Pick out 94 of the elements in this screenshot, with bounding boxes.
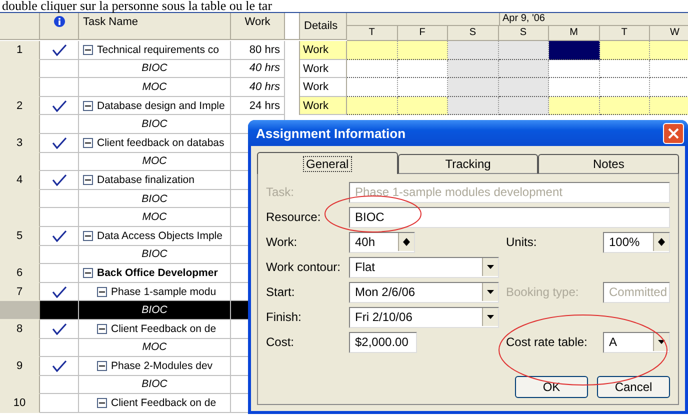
row-header[interactable]: 5 [0, 226, 40, 246]
day-header: M [549, 26, 600, 40]
dropdown-field[interactable]: A [603, 332, 670, 352]
field-label: Cost rate table: [506, 335, 588, 349]
row-header[interactable]: 7 [0, 282, 40, 302]
name-cell[interactable]: BIOC [79, 301, 231, 320]
day-header: S [448, 26, 498, 40]
task-name: MOC [142, 341, 167, 354]
field-label: Resource: [266, 210, 322, 224]
name-cell[interactable]: Client Feedback on de [79, 394, 231, 413]
work-cell: 24 hrs [231, 96, 285, 116]
task-name: MOC [142, 155, 167, 168]
spin-field[interactable]: 40h [349, 232, 415, 252]
name-cell[interactable]: BIOC [79, 190, 231, 208]
input-field[interactable]: $2,000.00 [349, 332, 417, 352]
name-cell[interactable]: Client feedback on databas [79, 134, 231, 153]
name-cell[interactable]: BIOC [79, 376, 231, 394]
name-cell[interactable]: BIOC [79, 246, 231, 264]
task-name: Phase 2-Modules dev [111, 360, 213, 372]
task-name: Back Office Developmer [97, 266, 218, 279]
field-label: Work contour: [266, 260, 342, 274]
name-cell[interactable]: Technical requirements co [79, 41, 231, 60]
work-cell: 40 hrs [231, 60, 285, 78]
task-name: Technical requirements co [97, 44, 219, 56]
name-cell[interactable]: MOC [79, 208, 231, 227]
dialog-button[interactable]: Cancel [597, 376, 670, 398]
name-cell[interactable]: MOC [79, 338, 231, 358]
task-name: BIOC [142, 378, 168, 390]
name-cell[interactable]: Client Feedback on de [79, 320, 231, 338]
row-header[interactable]: 9 [0, 357, 40, 376]
name-cell[interactable]: Database design and Imple [79, 96, 231, 116]
task-name: BIOC [142, 248, 168, 260]
dialog-title: Assignment Information [255, 126, 406, 140]
dropdown-field[interactable]: Flat [349, 256, 499, 278]
day-header: T [347, 26, 398, 40]
row-header[interactable]: 6 [0, 264, 40, 283]
name-cell[interactable]: Phase 1-sample modu [79, 282, 231, 302]
task-name: Client Feedback on de [111, 322, 216, 335]
work-cell: 40 hrs [231, 78, 285, 97]
caption-text: double cliquer sur la personne sous la table ou le tar [1, 0, 272, 12]
field-label: Work: [266, 235, 298, 249]
task-name: Client Feedback on de [111, 397, 216, 410]
day-header: S [498, 26, 549, 40]
name-cell[interactable]: MOC [79, 152, 231, 172]
row-header[interactable]: 1 [0, 41, 40, 60]
field-label: Task: [266, 185, 296, 199]
day-header: F [398, 26, 448, 40]
name-cell[interactable]: MOC [79, 78, 231, 97]
field-label: Cost: [266, 335, 296, 349]
task-name: Client feedback on databas [97, 136, 224, 149]
field-label: Start: [266, 285, 296, 299]
name-cell[interactable]: BIOC [79, 60, 231, 78]
work-cell: 80 hrs [231, 41, 285, 60]
task-name: MOC [142, 211, 167, 224]
task-name: Phase 1-sample modu [111, 286, 216, 298]
details-cell: Work [300, 41, 347, 60]
field-label: Booking type: [506, 285, 580, 299]
day-header: T [600, 26, 650, 40]
week-label: Apr 9, '06 [498, 13, 688, 26]
input-field[interactable]: BIOC [349, 206, 670, 228]
name-cell[interactable]: BIOC [79, 115, 231, 134]
column-header[interactable]: Work [231, 13, 285, 40]
tab[interactable]: Notes [538, 154, 680, 174]
task-name: BIOC [142, 304, 168, 316]
column-header[interactable]: Task Name [79, 13, 231, 40]
row-header[interactable]: 10 [0, 394, 40, 413]
task-name: BIOC [142, 62, 168, 74]
name-cell[interactable]: Phase 2-Modules dev [79, 357, 231, 376]
details-cell: Work [300, 78, 347, 97]
column-header: Details [300, 13, 347, 40]
task-name: MOC [142, 80, 167, 93]
task-name: BIOC [142, 118, 168, 130]
name-cell[interactable]: Back Office Developmer [79, 264, 231, 283]
dropdown-field[interactable]: Mon 2/6/06 [349, 282, 499, 302]
details-cell: Work [300, 60, 347, 78]
task-name: Database finalization [97, 174, 194, 186]
tab[interactable]: General [257, 152, 398, 174]
task-name: Database design and Imple [97, 100, 225, 112]
spin-field[interactable]: 100% [603, 232, 670, 252]
dialog-button[interactable]: OK [515, 376, 588, 398]
row-header[interactable]: 2 [0, 96, 40, 116]
name-cell[interactable]: Data Access Objects Imple [79, 226, 231, 246]
row-header[interactable]: 8 [0, 320, 40, 338]
tab[interactable]: Tracking [398, 154, 538, 174]
name-cell[interactable]: Database finalization [79, 171, 231, 190]
task-name: Data Access Objects Imple [97, 230, 222, 242]
day-header: W [650, 26, 688, 40]
row-header[interactable]: 4 [0, 171, 40, 190]
row-header[interactable]: 3 [0, 134, 40, 153]
details-cell: Work [300, 96, 347, 116]
task-name: BIOC [142, 192, 168, 205]
dropdown-field[interactable]: Fri 2/10/06 [349, 306, 499, 328]
field-label: Units: [506, 235, 538, 249]
field-label: Finish: [266, 310, 302, 324]
